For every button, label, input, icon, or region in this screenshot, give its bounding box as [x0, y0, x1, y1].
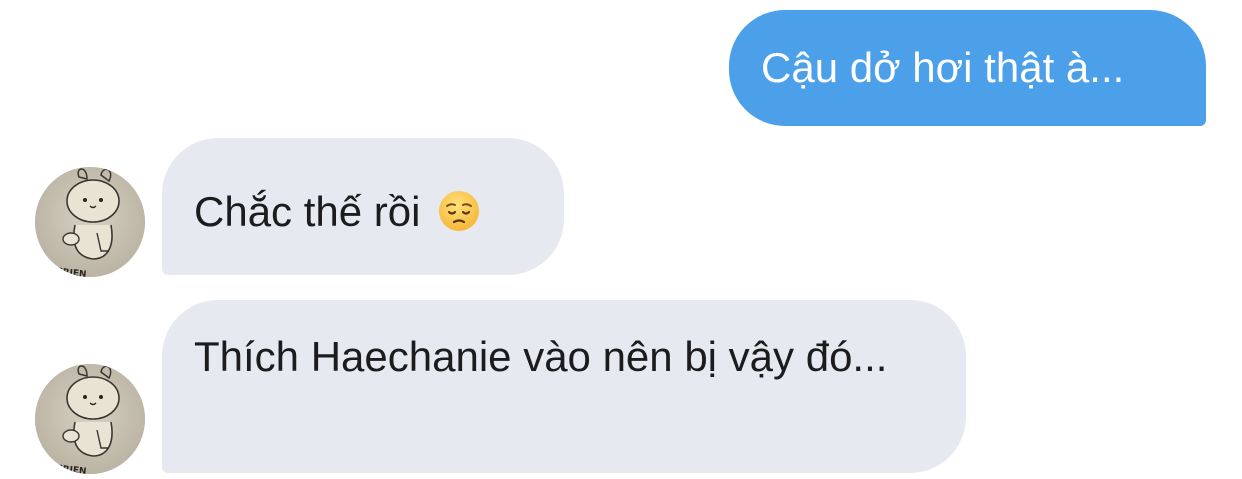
incoming-message-bubble[interactable]: Chắc thế rồi: [162, 138, 564, 275]
incoming-message-bubble[interactable]: Thích Haechanie vào nên bị vậy đó...: [162, 300, 966, 473]
bunny-avatar-icon: E FRIEN: [35, 167, 145, 277]
bunny-avatar-icon: E FRIEN: [35, 364, 145, 474]
pensive-face-emoji-icon: [438, 190, 480, 245]
message-text: Chắc thế rồi: [194, 188, 421, 235]
contact-avatar[interactable]: E FRIEN: [35, 364, 145, 474]
contact-avatar[interactable]: E FRIEN: [35, 167, 145, 277]
outgoing-message-bubble[interactable]: Cậu dở hơi thật à...: [729, 10, 1206, 126]
message-text: Cậu dở hơi thật à...: [761, 44, 1125, 91]
message-text: Thích Haechanie vào nên bị vậy đó...: [194, 333, 888, 380]
